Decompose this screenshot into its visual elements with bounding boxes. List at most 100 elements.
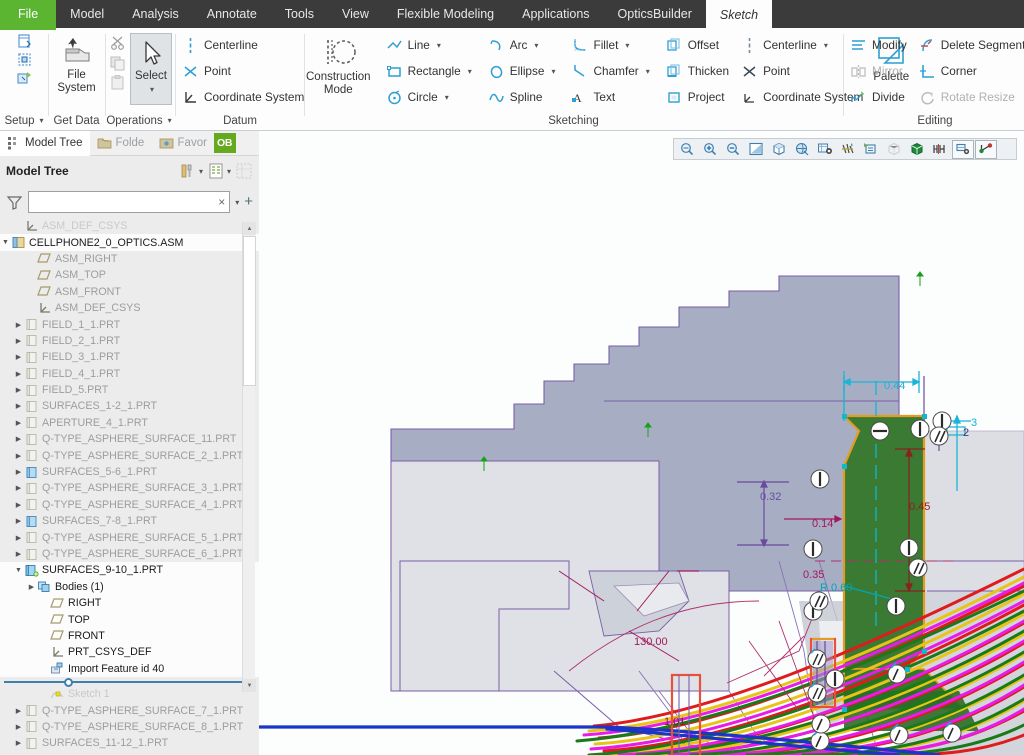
line-button[interactable]: Line ▾ <box>382 33 476 57</box>
tree-expander-icon[interactable]: ▶ <box>13 419 24 427</box>
clear-icon[interactable]: × <box>218 195 225 209</box>
tree-expander-icon[interactable]: ▶ <box>13 550 24 558</box>
tree-row[interactable]: ▼SURFACES_9-10_1.PRT <box>0 562 259 578</box>
annotation-display-icon[interactable] <box>860 140 882 159</box>
tree-expander-icon[interactable]: ▶ <box>13 723 24 731</box>
tree-row[interactable]: ASM_TOP <box>0 267 259 283</box>
file-system-button[interactable]: File System <box>49 33 104 95</box>
tree-row[interactable]: Sketch 1 <box>0 686 259 702</box>
model-tree-search-input[interactable]: × <box>28 191 230 213</box>
tree-row[interactable]: ASM_DEF_CSYS <box>0 218 259 234</box>
tab-model-tree[interactable]: Model Tree <box>0 131 90 156</box>
tree-expander-icon[interactable]: ▶ <box>13 501 24 509</box>
filter-dropdown-caret-icon[interactable]: ▾ <box>235 198 239 207</box>
dim-0-44[interactable]: 0.44 <box>884 380 905 392</box>
tree-row[interactable]: ▶FIELD_1_1.PRT <box>0 316 259 332</box>
arc-button[interactable]: Arc ▾ <box>484 33 560 57</box>
scroll-down-arrow-icon[interactable]: ▼ <box>243 679 256 692</box>
zoom-out-icon[interactable] <box>722 140 744 159</box>
dim-0-32[interactable]: 0.32 <box>760 491 781 503</box>
saved-orientations-icon[interactable] <box>791 140 813 159</box>
add-filter-icon[interactable]: + <box>244 196 253 208</box>
tree-row[interactable]: ▶APERTURE_4_1.PRT <box>0 415 259 431</box>
tree-expander-icon[interactable]: ▶ <box>13 517 24 525</box>
tree-row[interactable]: ▶Q-TYPE_ASPHERE_SURFACE_7_1.PRT <box>0 702 259 718</box>
dim-2[interactable]: 2 <box>963 427 969 439</box>
rectangle-button[interactable]: Rectangle ▾ <box>382 59 476 83</box>
construction-mode-button[interactable]: Construction Mode <box>306 33 371 97</box>
tree-row[interactable]: TOP <box>0 611 259 627</box>
refit-icon[interactable] <box>745 140 767 159</box>
chamfer-button[interactable]: Chamfer ▾ <box>567 59 653 83</box>
dim-3[interactable]: 3 <box>971 417 977 429</box>
tree-expander-icon[interactable]: ▶ <box>13 534 24 542</box>
tree-row[interactable]: ▶SURFACES_5-6_1.PRT <box>0 464 259 480</box>
divide-button[interactable]: Divide <box>846 85 911 109</box>
sketch-orient-icon[interactable] <box>975 140 997 159</box>
tree-row[interactable]: ▶SURFACES_7-8_1.PRT <box>0 513 259 529</box>
tree-expander-icon[interactable]: ▶ <box>13 484 24 492</box>
tree-expander-icon[interactable]: ▶ <box>13 386 24 394</box>
tree-expander-icon[interactable]: ▼ <box>13 567 24 574</box>
appearance-gallery-icon[interactable] <box>906 140 928 159</box>
tree-row[interactable]: ASM_FRONT <box>0 284 259 300</box>
tree-row[interactable]: ASM_DEF_CSYS <box>0 300 259 316</box>
corner-button[interactable]: Corner <box>915 59 1024 83</box>
menu-item-view[interactable]: View <box>328 0 383 28</box>
tree-row[interactable]: ▶FIELD_5.PRT <box>0 382 259 398</box>
sketch-view-icon[interactable] <box>952 140 974 159</box>
display-list-icon[interactable] <box>207 162 225 180</box>
dim-0-14[interactable]: 0.14 <box>812 518 833 530</box>
insert-here-bar[interactable] <box>0 677 259 686</box>
sketch-display-icon[interactable] <box>929 140 951 159</box>
tree-row[interactable]: PRT_CSYS_DEF <box>0 644 259 660</box>
tree-expander-icon[interactable]: ▶ <box>13 468 24 476</box>
tree-expander-icon[interactable]: ▶ <box>13 353 24 361</box>
tree-row[interactable]: Import Feature id 40 <box>0 661 259 677</box>
menu-item-tools[interactable]: Tools <box>271 0 328 28</box>
tree-expander-icon[interactable]: ▶ <box>13 452 24 460</box>
tree-row[interactable]: FRONT <box>0 628 259 644</box>
menu-item-flexible-modeling[interactable]: Flexible Modeling <box>383 0 508 28</box>
display-style-icon[interactable] <box>768 140 790 159</box>
opticsbuilder-badge[interactable]: OB <box>214 133 236 153</box>
filter-funnel-icon[interactable] <box>6 194 23 211</box>
tree-row[interactable]: ▶FIELD_2_1.PRT <box>0 333 259 349</box>
tree-row[interactable]: RIGHT <box>0 595 259 611</box>
graphics-viewport[interactable]: 0.440.320.140.450.35R 0.60130.00231.01 <box>259 131 1024 755</box>
menu-item-model[interactable]: Model <box>56 0 118 28</box>
thicken-button[interactable]: Thicken <box>662 59 733 83</box>
project-button[interactable]: Project <box>662 85 733 109</box>
tree-row[interactable]: ▶FIELD_4_1.PRT <box>0 366 259 382</box>
tree-row[interactable]: ▶Q-TYPE_ASPHERE_SURFACE_5_1.PRT <box>0 529 259 545</box>
select-button[interactable]: Select ▾ <box>130 33 172 105</box>
tree-row[interactable]: ▶Q-TYPE_ASPHERE_SURFACE_8_1.PRT <box>0 719 259 735</box>
view-manager-icon[interactable] <box>814 140 836 159</box>
dim-130-00[interactable]: 130.00 <box>634 636 668 648</box>
scrollbar-thumb[interactable] <box>243 236 256 386</box>
tree-row[interactable]: ▶Q-TYPE_ASPHERE_SURFACE_11.PRT <box>0 431 259 447</box>
dim-1-01[interactable]: 1.01 <box>664 716 685 728</box>
ribbon-group-label-get-data[interactable]: Get Data <box>49 112 104 129</box>
ribbon-group-label-editing[interactable]: Editing <box>846 112 1024 129</box>
tree-row[interactable]: ASM_RIGHT <box>0 251 259 267</box>
modify-button[interactable]: Modify <box>846 33 911 57</box>
header-caret-2-icon[interactable]: ▾ <box>225 167 235 176</box>
tree-row[interactable]: ▶Q-TYPE_ASPHERE_SURFACE_2_1.PRT <box>0 447 259 463</box>
sketch-view-setup-icon[interactable] <box>16 69 33 86</box>
tree-row[interactable]: ▶Q-TYPE_ASPHERE_SURFACE_3_1.PRT <box>0 480 259 496</box>
circle-button[interactable]: Circle ▾ <box>382 85 476 109</box>
tree-row[interactable]: ▶SURFACES_1-2_1.PRT <box>0 398 259 414</box>
dim-r-0-60[interactable]: R 0.60 <box>820 582 852 594</box>
tab-folder-browser[interactable]: Folde <box>90 131 152 156</box>
header-caret-1-icon[interactable]: ▾ <box>197 167 207 176</box>
settings-tools-icon[interactable] <box>179 162 197 180</box>
menu-item-opticsbuilder[interactable]: OpticsBuilder <box>604 0 706 28</box>
tree-row[interactable]: ▶FIELD_3_1.PRT <box>0 349 259 365</box>
sketch-setup-icon[interactable] <box>16 33 33 50</box>
tree-row[interactable]: ▶Q-TYPE_ASPHERE_SURFACE_4_1.PRT <box>0 497 259 513</box>
tree-expander-icon[interactable]: ▶ <box>13 402 24 410</box>
dim-0-35[interactable]: 0.35 <box>803 569 824 581</box>
menu-item-file[interactable]: File <box>0 0 56 28</box>
sketch-references-icon[interactable] <box>16 51 33 68</box>
